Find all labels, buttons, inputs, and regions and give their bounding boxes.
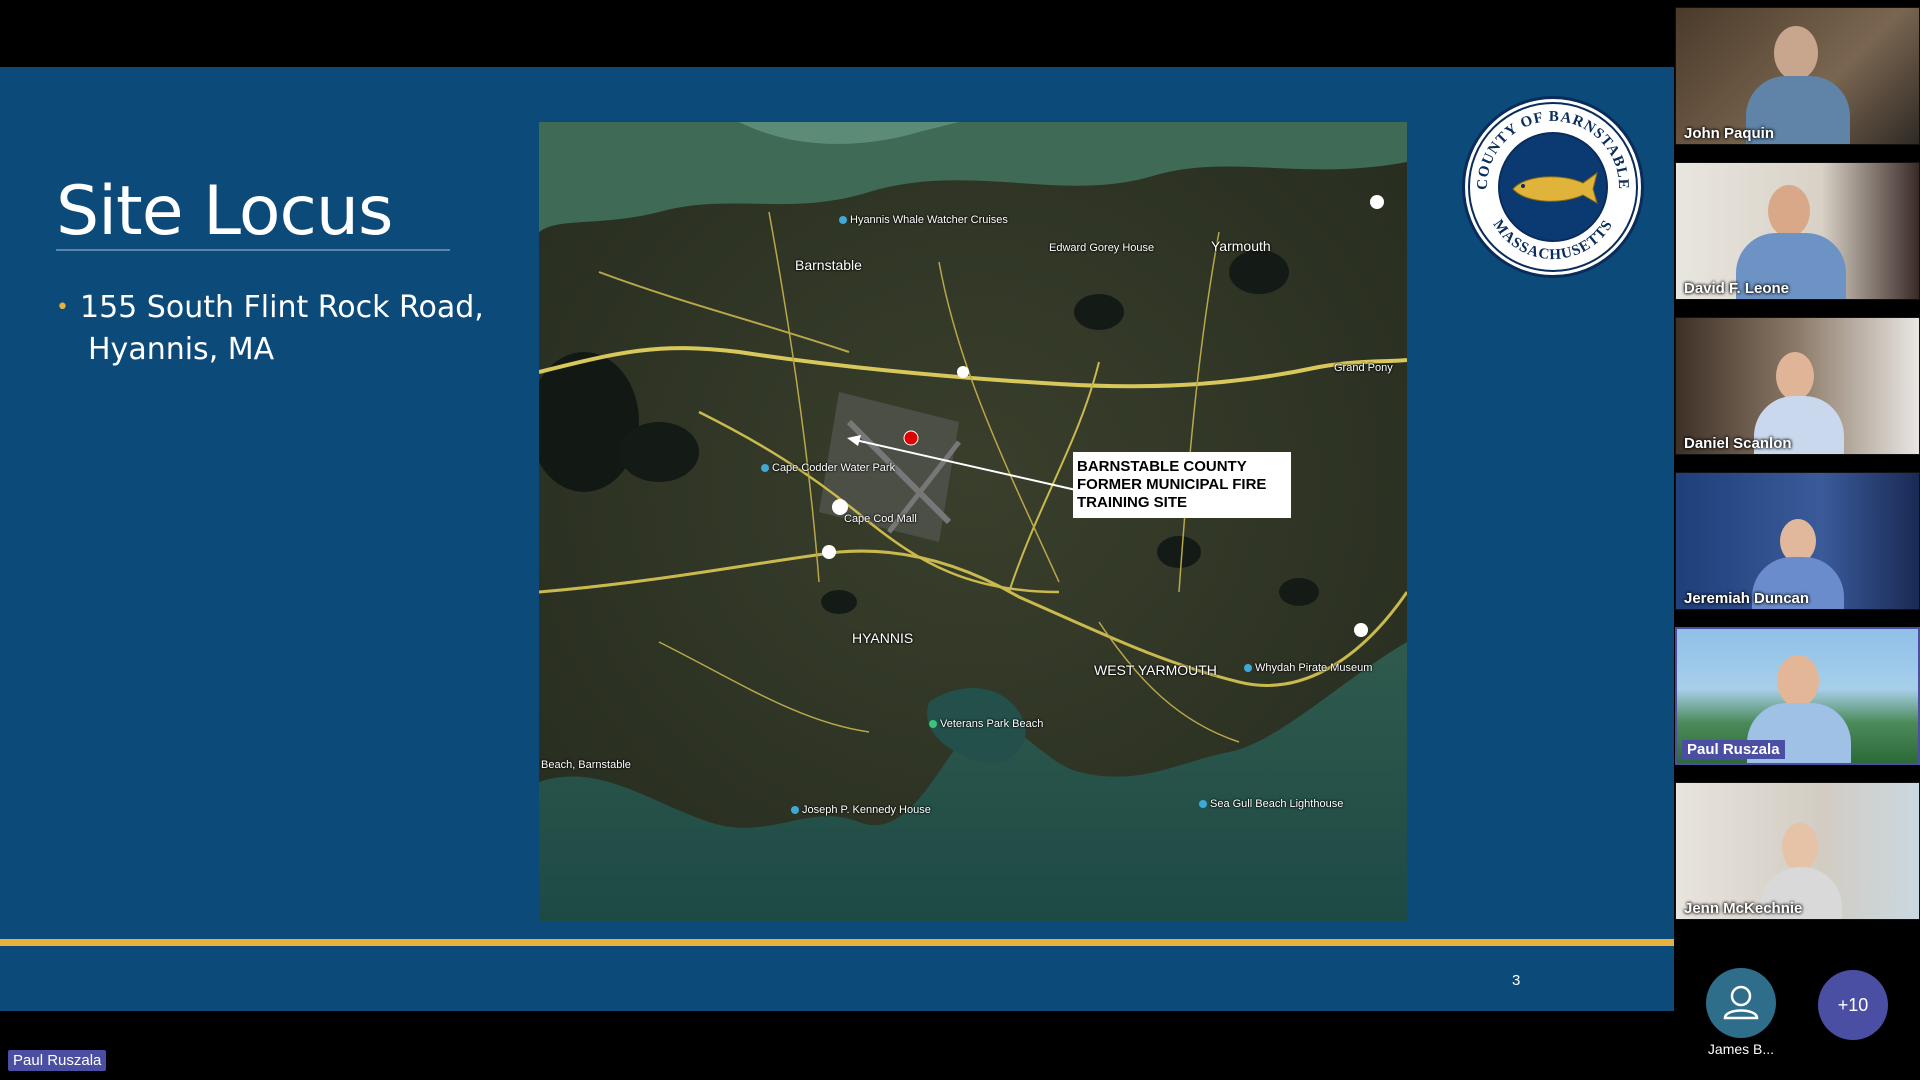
callout-line-3: TRAINING SITE: [1077, 494, 1188, 511]
participant-name: David F. Leone: [1684, 280, 1790, 297]
map-label-cape-cod-mall: Cape Cod Mall: [844, 513, 917, 525]
more-participants-button[interactable]: +10: [1818, 970, 1888, 1040]
bullet-dot: •: [56, 295, 69, 320]
poi-pin-icon: [791, 806, 799, 814]
map-label-gorey-house: Edward Gorey House: [1049, 242, 1155, 254]
participant-video-head: [1782, 823, 1818, 871]
person-icon: [1723, 985, 1759, 1020]
participant-video-head: [1777, 655, 1819, 707]
map-label-barnstable: Barnstable: [795, 257, 862, 273]
participant-video-head: [1774, 26, 1818, 80]
participant-tile[interactable]: Jenn McKechnie: [1675, 782, 1920, 920]
slide-bullet: • 155 South Flint Rock Road, Hyannis, MA: [56, 287, 496, 371]
county-seal-logo: COUNTY OF BARNSTABLE MASSACHUSETTS: [1462, 96, 1644, 278]
shared-slide: Site Locus • 155 South Flint Rock Road, …: [0, 67, 1674, 1011]
slide-title: Site Locus: [56, 172, 393, 251]
participant-tile[interactable]: John Paquin: [1675, 7, 1920, 145]
participant-name: John Paquin: [1684, 125, 1774, 142]
participant-tile[interactable]: Daniel Scanlon: [1675, 317, 1920, 455]
avatar: [1706, 968, 1776, 1038]
poi-pin-icon: [1199, 800, 1207, 808]
participant-avatar-james[interactable]: James B...: [1705, 968, 1777, 1057]
title-underline: [56, 249, 450, 251]
meeting-stage: Site Locus • 155 South Flint Rock Road, …: [0, 0, 1920, 1080]
map-label-yarmouth: Yarmouth: [1211, 238, 1271, 254]
participant-video-head: [1768, 185, 1810, 237]
participant-name: Daniel Scanlon: [1684, 435, 1792, 452]
active-speaker-tag: Paul Ruszala: [8, 1050, 107, 1071]
slide-page-number: 3: [1512, 972, 1521, 989]
participant-tile[interactable]: Paul Ruszala: [1675, 627, 1920, 765]
poi-pin-icon: [761, 464, 769, 472]
callout-line-2: FORMER MUNICIPAL FIRE: [1077, 476, 1267, 493]
poi-pin-icon: [839, 216, 847, 224]
map-label-whydah: Whydah Pirate Museum: [1244, 662, 1372, 674]
map-label-veterans-beach: Veterans Park Beach: [929, 718, 1043, 730]
footer-gold-rule: [0, 939, 1674, 946]
map-label-beach-barnstable: Beach, Barnstable: [541, 759, 631, 771]
participant-name: James B...: [1707, 1041, 1775, 1057]
map-label-whale-watcher: Hyannis Whale Watcher Cruises: [839, 214, 1008, 226]
poi-pin-icon: [929, 720, 937, 728]
participant-name: Paul Ruszala: [1682, 740, 1785, 759]
map-label-hyannis: HYANNIS: [852, 630, 914, 646]
map-label-west-yarmouth: WEST YARMOUTH: [1094, 662, 1217, 678]
participant-name: Jeremiah Duncan: [1684, 590, 1810, 607]
seal-graphic: COUNTY OF BARNSTABLE MASSACHUSETTS: [1468, 102, 1638, 272]
participant-tile[interactable]: David F. Leone: [1675, 162, 1920, 300]
participant-tile[interactable]: Jeremiah Duncan: [1675, 472, 1920, 610]
participant-video-head: [1776, 352, 1814, 400]
site-callout-box: BARNSTABLE COUNTY FORMER MUNICIPAL FIRE …: [1073, 452, 1291, 518]
map-label-kennedy-house: Joseph P. Kennedy House: [791, 804, 931, 816]
map-label-grand-pony: Grand Pony: [1334, 362, 1393, 374]
bullet-line-1: 155 South Flint Rock Road,: [80, 290, 484, 325]
map-label-water-park: Cape Codder Water Park: [761, 462, 895, 474]
callout-line-1: BARNSTABLE COUNTY: [1077, 458, 1247, 475]
participant-name: Jenn McKechnie: [1684, 900, 1803, 917]
poi-pin-icon: [1244, 664, 1252, 672]
map-label-sea-gull-lighthouse: Sea Gull Beach Lighthouse: [1199, 798, 1343, 810]
satellite-map: Hyannis Whale Watcher Cruises Barnstable…: [539, 122, 1407, 922]
bullet-line-2: Hyannis, MA: [88, 332, 275, 367]
